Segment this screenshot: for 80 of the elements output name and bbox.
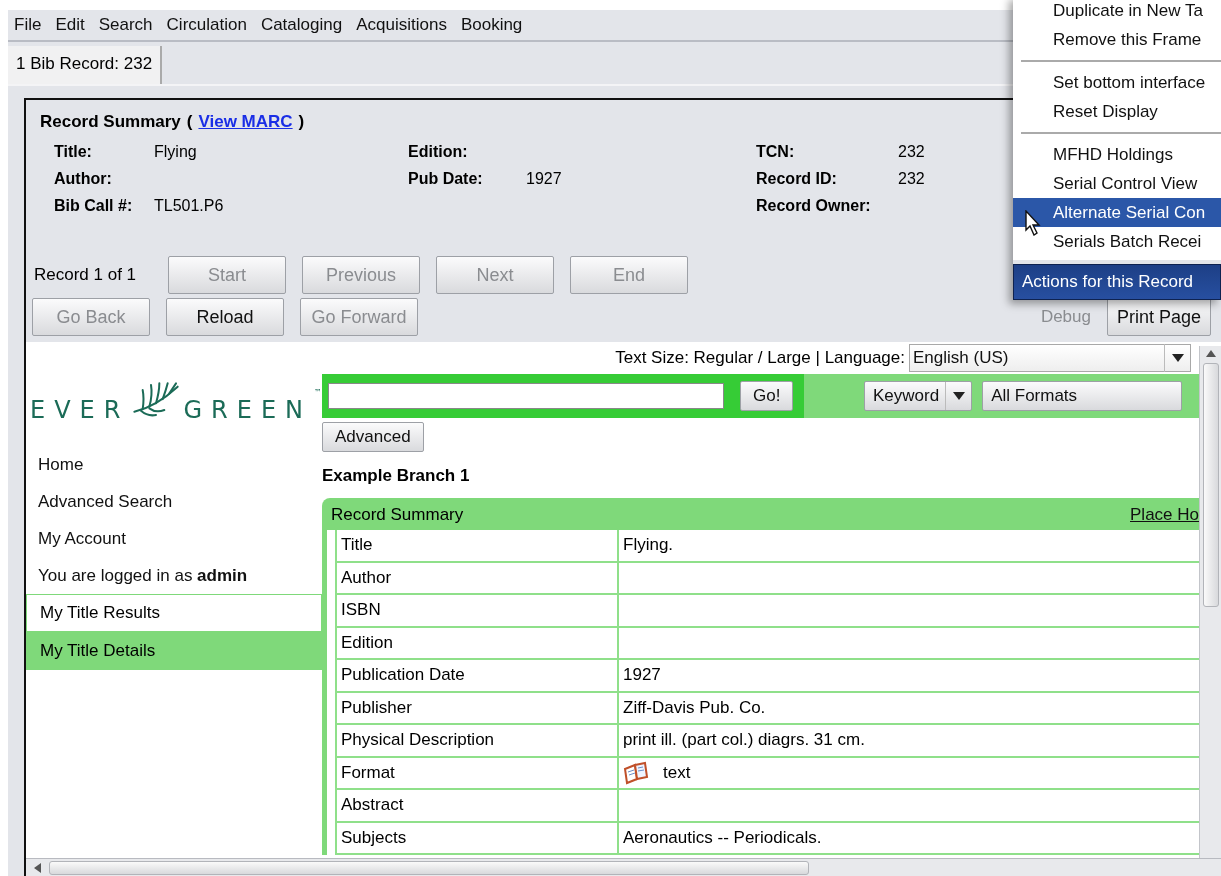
- caret-icon: [1171, 354, 1184, 362]
- search-type-select[interactable]: Keyword: [864, 381, 973, 411]
- cell-value: text: [663, 762, 691, 783]
- caret-icon: [952, 392, 965, 400]
- branch-name: Example Branch 1: [322, 466, 471, 486]
- format-select[interactable]: All Formats: [982, 381, 1183, 411]
- field-label: Record ID:: [756, 169, 838, 188]
- scroll-left-icon: [34, 862, 41, 873]
- record-position: Record 1 of 1: [34, 265, 138, 285]
- table-cell: Subjects: [335, 822, 617, 853]
- field-value: Flying: [154, 142, 198, 161]
- login-status: You are logged in as admin: [37, 565, 249, 587]
- parenthesis: (: [186, 112, 193, 132]
- table-cell: Format: [335, 757, 617, 788]
- menu-item[interactable]: Search: [98, 15, 153, 35]
- book-icon: [623, 760, 649, 785]
- logo-text: EVER: [30, 398, 130, 422]
- table-cell: Title: [335, 530, 617, 561]
- menu-item[interactable]: Set bottom interface: [1013, 68, 1221, 97]
- menu-item[interactable]: MFHD Holdings: [1013, 140, 1221, 169]
- sidebar-tab[interactable]: My Title Details: [26, 632, 322, 670]
- field-label: TCN:: [756, 142, 796, 161]
- cell-value: print ill. (part col.) diagrs. 31 cm.: [623, 730, 865, 751]
- field-label: Author:: [54, 169, 113, 188]
- table-title: Record Summary: [331, 505, 464, 525]
- language-select[interactable]: English (US): [909, 344, 1191, 372]
- menu-item[interactable]: Serials Batch Recei: [1013, 227, 1221, 256]
- field-value: 232: [898, 142, 926, 161]
- table-cell: Publisher: [335, 692, 617, 723]
- field-label: Record Owner:: [756, 196, 872, 215]
- print-page-button[interactable]: Print Page: [1107, 298, 1211, 336]
- field-value: 1927: [526, 169, 563, 188]
- scroll-up-icon: [1205, 350, 1216, 357]
- vertical-scrollbar[interactable]: [1199, 346, 1221, 858]
- field-value: TL501.P6: [154, 196, 225, 215]
- search-field[interactable]: [328, 383, 724, 409]
- cell-value: Aeronautics -- Periodicals.: [623, 827, 822, 848]
- horizontal-scrollbar[interactable]: [26, 858, 1221, 876]
- sidebar-tab[interactable]: My Title Results: [26, 594, 322, 632]
- place-hold-link[interactable]: Place Ho: [1130, 505, 1199, 525]
- sidebar-link[interactable]: Advanced Search: [26, 483, 322, 520]
- cell-value: 1927: [623, 665, 661, 686]
- menu-item[interactable]: Circulation: [166, 15, 247, 35]
- menu-item[interactable]: Edit: [55, 15, 85, 35]
- field-label: Bib Call #:: [54, 196, 134, 215]
- sidebar-link[interactable]: Home: [26, 446, 322, 483]
- menu-item[interactable]: Alternate Serial Con: [1013, 198, 1221, 227]
- actions-button[interactable]: Actions for this Record: [1013, 264, 1221, 300]
- menu-item[interactable]: Serial Control View: [1013, 169, 1221, 198]
- cell-value: Flying.: [623, 535, 674, 556]
- menu-item[interactable]: Cataloging: [260, 15, 343, 35]
- go-button[interactable]: Go!: [740, 381, 794, 411]
- text-size-options: Text Size: Regular / Large | Language:: [615, 348, 905, 368]
- field-value: 232: [898, 169, 926, 188]
- menu-item[interactable]: Booking: [460, 15, 523, 35]
- menu-item[interactable]: Duplicate in New Ta: [1013, 0, 1221, 25]
- logo-text: GREEN: [183, 398, 312, 422]
- field-label: Edition:: [408, 142, 469, 161]
- sidebar-link[interactable]: My Account: [26, 520, 322, 557]
- mouse-pointer-icon: [1025, 210, 1041, 236]
- tab[interactable]: 1 Bib Record: 232: [8, 46, 163, 84]
- parenthesis: ): [298, 112, 305, 132]
- view-marc-link[interactable]: View MARC: [198, 112, 293, 132]
- table-cell: Author: [335, 562, 617, 593]
- table-cell: Physical Description: [335, 725, 617, 756]
- cell-value: Ziff-Davis Pub. Co.: [623, 697, 766, 718]
- menu-item[interactable]: Acquisitions: [356, 15, 447, 35]
- table-cell: ISBN: [335, 595, 617, 626]
- menu-item[interactable]: Remove this Frame: [1013, 25, 1221, 54]
- record-summary-title: Record Summary: [40, 112, 181, 132]
- field-label: Title:: [54, 142, 93, 161]
- menu-item[interactable]: Reset Display: [1013, 97, 1221, 126]
- table-cell: Abstract: [335, 790, 617, 821]
- advanced-button[interactable]: Advanced: [322, 422, 424, 452]
- table-cell: Publication Date: [335, 660, 617, 691]
- table-cell: Edition: [335, 627, 617, 658]
- menu-item[interactable]: File: [14, 15, 42, 35]
- field-label: Pub Date:: [408, 169, 484, 188]
- history-button[interactable]: Reload: [166, 298, 284, 336]
- trademark: ™: [314, 388, 322, 397]
